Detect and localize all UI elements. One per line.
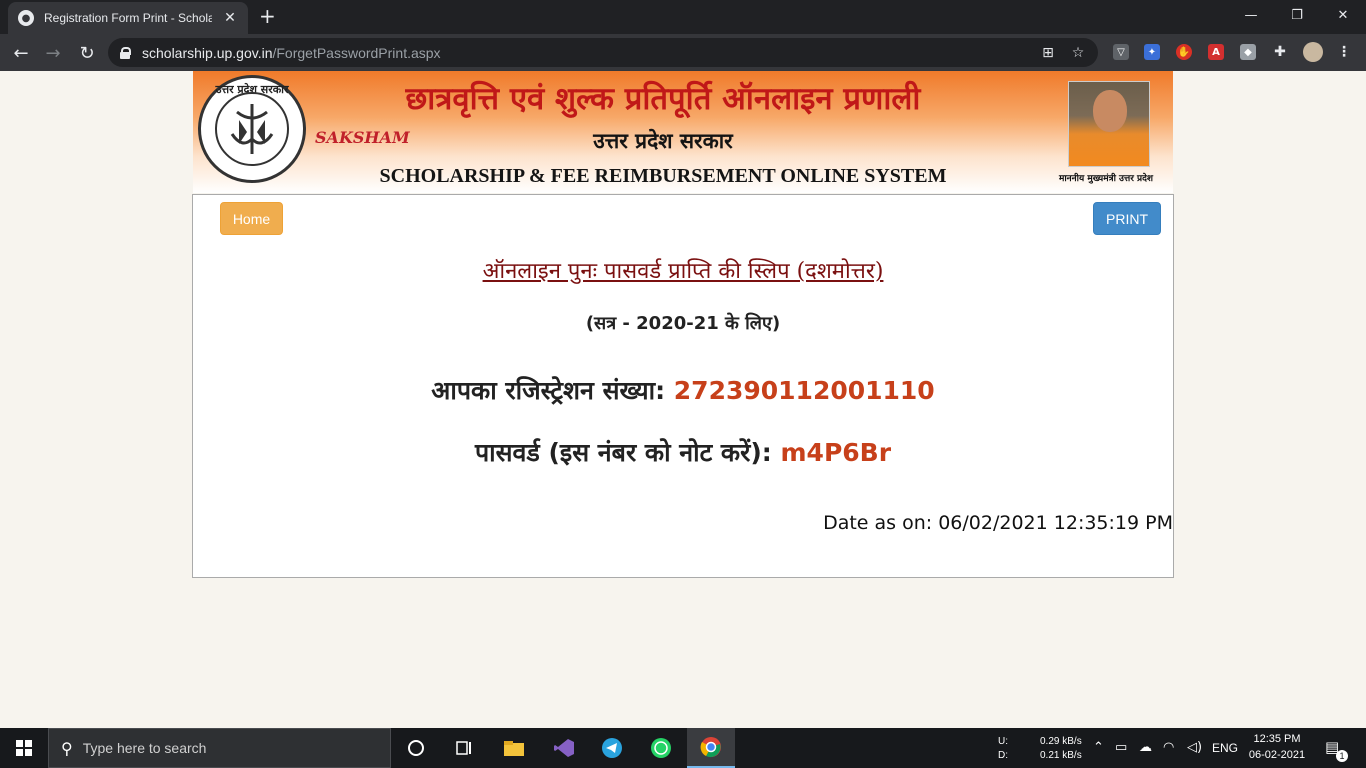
visual-studio-icon[interactable] — [540, 728, 588, 768]
password-value: m4P6Br — [780, 438, 892, 467]
windows-taskbar: ⚲ Type here to search U: D: 0.29 kB/s 0.… — [0, 728, 1366, 768]
language-indicator[interactable]: ENG — [1212, 741, 1238, 755]
print-button[interactable]: PRINT — [1093, 202, 1161, 235]
registration-line: आपका रजिस्ट्रेशन संख्या: 272390112001110 — [193, 373, 1173, 407]
show-hidden-icons-icon[interactable]: ⌃ — [1093, 740, 1104, 755]
task-view-icon[interactable] — [440, 728, 488, 768]
telegram-icon[interactable] — [588, 728, 636, 768]
clock-date[interactable]: 06-02-2021 — [1247, 749, 1307, 761]
address-bar[interactable]: scholarship.up.gov.in/ForgetPasswordPrin… — [108, 38, 1098, 67]
cube-extension-icon[interactable]: ◆ — [1240, 44, 1256, 60]
pdf-extension-icon[interactable]: A — [1208, 44, 1224, 60]
cm-caption: माननीय मुख्यमंत्री उत्तर प्रदेश — [1058, 174, 1154, 184]
password-label: पासवर्ड (इस नंबर को नोट करें): — [474, 438, 772, 467]
extension-icon[interactable]: ✦ — [1144, 44, 1160, 60]
upload-speed: 0.29 kB/s — [1040, 736, 1082, 747]
banner-english-title: SCHOLARSHIP & FEE REIMBURSEMENT ONLINE S… — [379, 165, 947, 187]
saksham-label: SAKSHAM — [315, 128, 410, 147]
url-path: /ForgetPasswordPrint.aspx — [272, 44, 441, 61]
search-icon: ⚲ — [61, 738, 73, 758]
url-host: scholarship.up.gov.in — [142, 44, 273, 61]
lock-icon[interactable] — [120, 46, 131, 59]
browser-tab[interactable]: ● Registration Form Print - Scholars ✕ — [8, 2, 248, 34]
file-explorer-icon[interactable] — [490, 728, 538, 768]
portrait-face — [1093, 90, 1127, 132]
translate-icon[interactable]: ⊞ — [1040, 45, 1056, 61]
password-slip-card: Home PRINT ऑनलाइन पुनः पासवर्ड प्राप्ति … — [192, 194, 1174, 578]
shield-extension-icon[interactable]: ▽ — [1113, 44, 1129, 60]
notification-count-badge: 1 — [1336, 750, 1348, 762]
minimize-button[interactable]: — — [1228, 0, 1274, 30]
date-label: Date as on: — [823, 512, 933, 534]
date-value: 06/02/2021 12:35:19 PM — [938, 512, 1173, 534]
close-window-button[interactable]: ✕ — [1320, 0, 1366, 30]
taskbar-search-box[interactable]: ⚲ Type here to search — [48, 728, 391, 768]
clock-time[interactable]: 12:35 PM — [1252, 733, 1302, 745]
forward-arrow-icon[interactable]: → — [40, 40, 66, 66]
browser-toolbar: ← → ↻ scholarship.up.gov.in/ForgetPasswo… — [0, 34, 1366, 71]
upload-label: U: — [998, 736, 1008, 747]
chrome-icon[interactable] — [687, 728, 735, 768]
volume-icon[interactable]: ◁) — [1187, 740, 1202, 755]
search-placeholder: Type here to search — [82, 740, 207, 756]
new-tab-button[interactable]: + — [259, 6, 276, 26]
back-arrow-icon[interactable]: ← — [8, 40, 34, 66]
battery-icon[interactable]: ▭ — [1115, 740, 1127, 755]
tab-close-icon[interactable]: ✕ — [222, 10, 238, 26]
registration-label: आपका रजिस्ट्रेशन संख्या: — [431, 376, 666, 405]
windows-logo-icon — [16, 740, 32, 756]
reload-icon[interactable]: ↻ — [74, 40, 100, 66]
date-line: Date as on: 06/02/2021 12:35:19 PM — [823, 512, 1173, 534]
download-label: D: — [998, 750, 1008, 761]
slip-title: ऑनलाइन पुनः पासवर्ड प्राप्ति की स्लिप (द… — [482, 259, 884, 284]
password-line: पासवर्ड (इस नंबर को नोट करें): m4P6Br — [193, 435, 1173, 469]
cortana-icon[interactable] — [392, 728, 440, 768]
start-button[interactable] — [0, 728, 48, 768]
globe-icon: ● — [18, 10, 34, 26]
browser-tab-strip: ● Registration Form Print - Scholars ✕ +… — [0, 0, 1366, 34]
home-button[interactable]: Home — [220, 202, 283, 235]
profile-avatar[interactable] — [1303, 42, 1323, 62]
header-banner: उत्तर प्रदेश सरकार SAKSHAM छात्रवृत्ति ए… — [193, 71, 1173, 193]
puzzle-extensions-icon[interactable]: ✚ — [1272, 44, 1288, 60]
bookmark-star-icon[interactable]: ☆ — [1070, 45, 1086, 61]
banner-hindi-title: छात्रवृत्ति एवं शुल्क प्रतिपूर्ति ऑनलाइन… — [405, 81, 921, 117]
tab-title: Registration Form Print - Scholars — [44, 11, 212, 25]
whatsapp-icon[interactable] — [637, 728, 685, 768]
emblem-seal-icon — [215, 92, 289, 166]
up-government-emblem: उत्तर प्रदेश सरकार — [198, 75, 306, 183]
maximize-button[interactable]: ❐ — [1274, 0, 1320, 30]
download-speed: 0.21 kB/s — [1040, 750, 1082, 761]
registration-number: 272390112001110 — [673, 376, 935, 405]
wifi-icon[interactable]: ◠ — [1163, 740, 1174, 755]
more-menu-icon[interactable]: ⋮ — [1336, 44, 1352, 60]
session-label: (सत्र - 2020-21 के लिए) — [585, 313, 781, 334]
onedrive-cloud-icon[interactable]: ☁ — [1139, 740, 1152, 755]
stop-extension-icon[interactable]: ✋ — [1176, 44, 1192, 60]
banner-hindi-subtitle: उत्तर प्रदेश सरकार — [593, 128, 733, 153]
chief-minister-photo — [1068, 81, 1150, 167]
